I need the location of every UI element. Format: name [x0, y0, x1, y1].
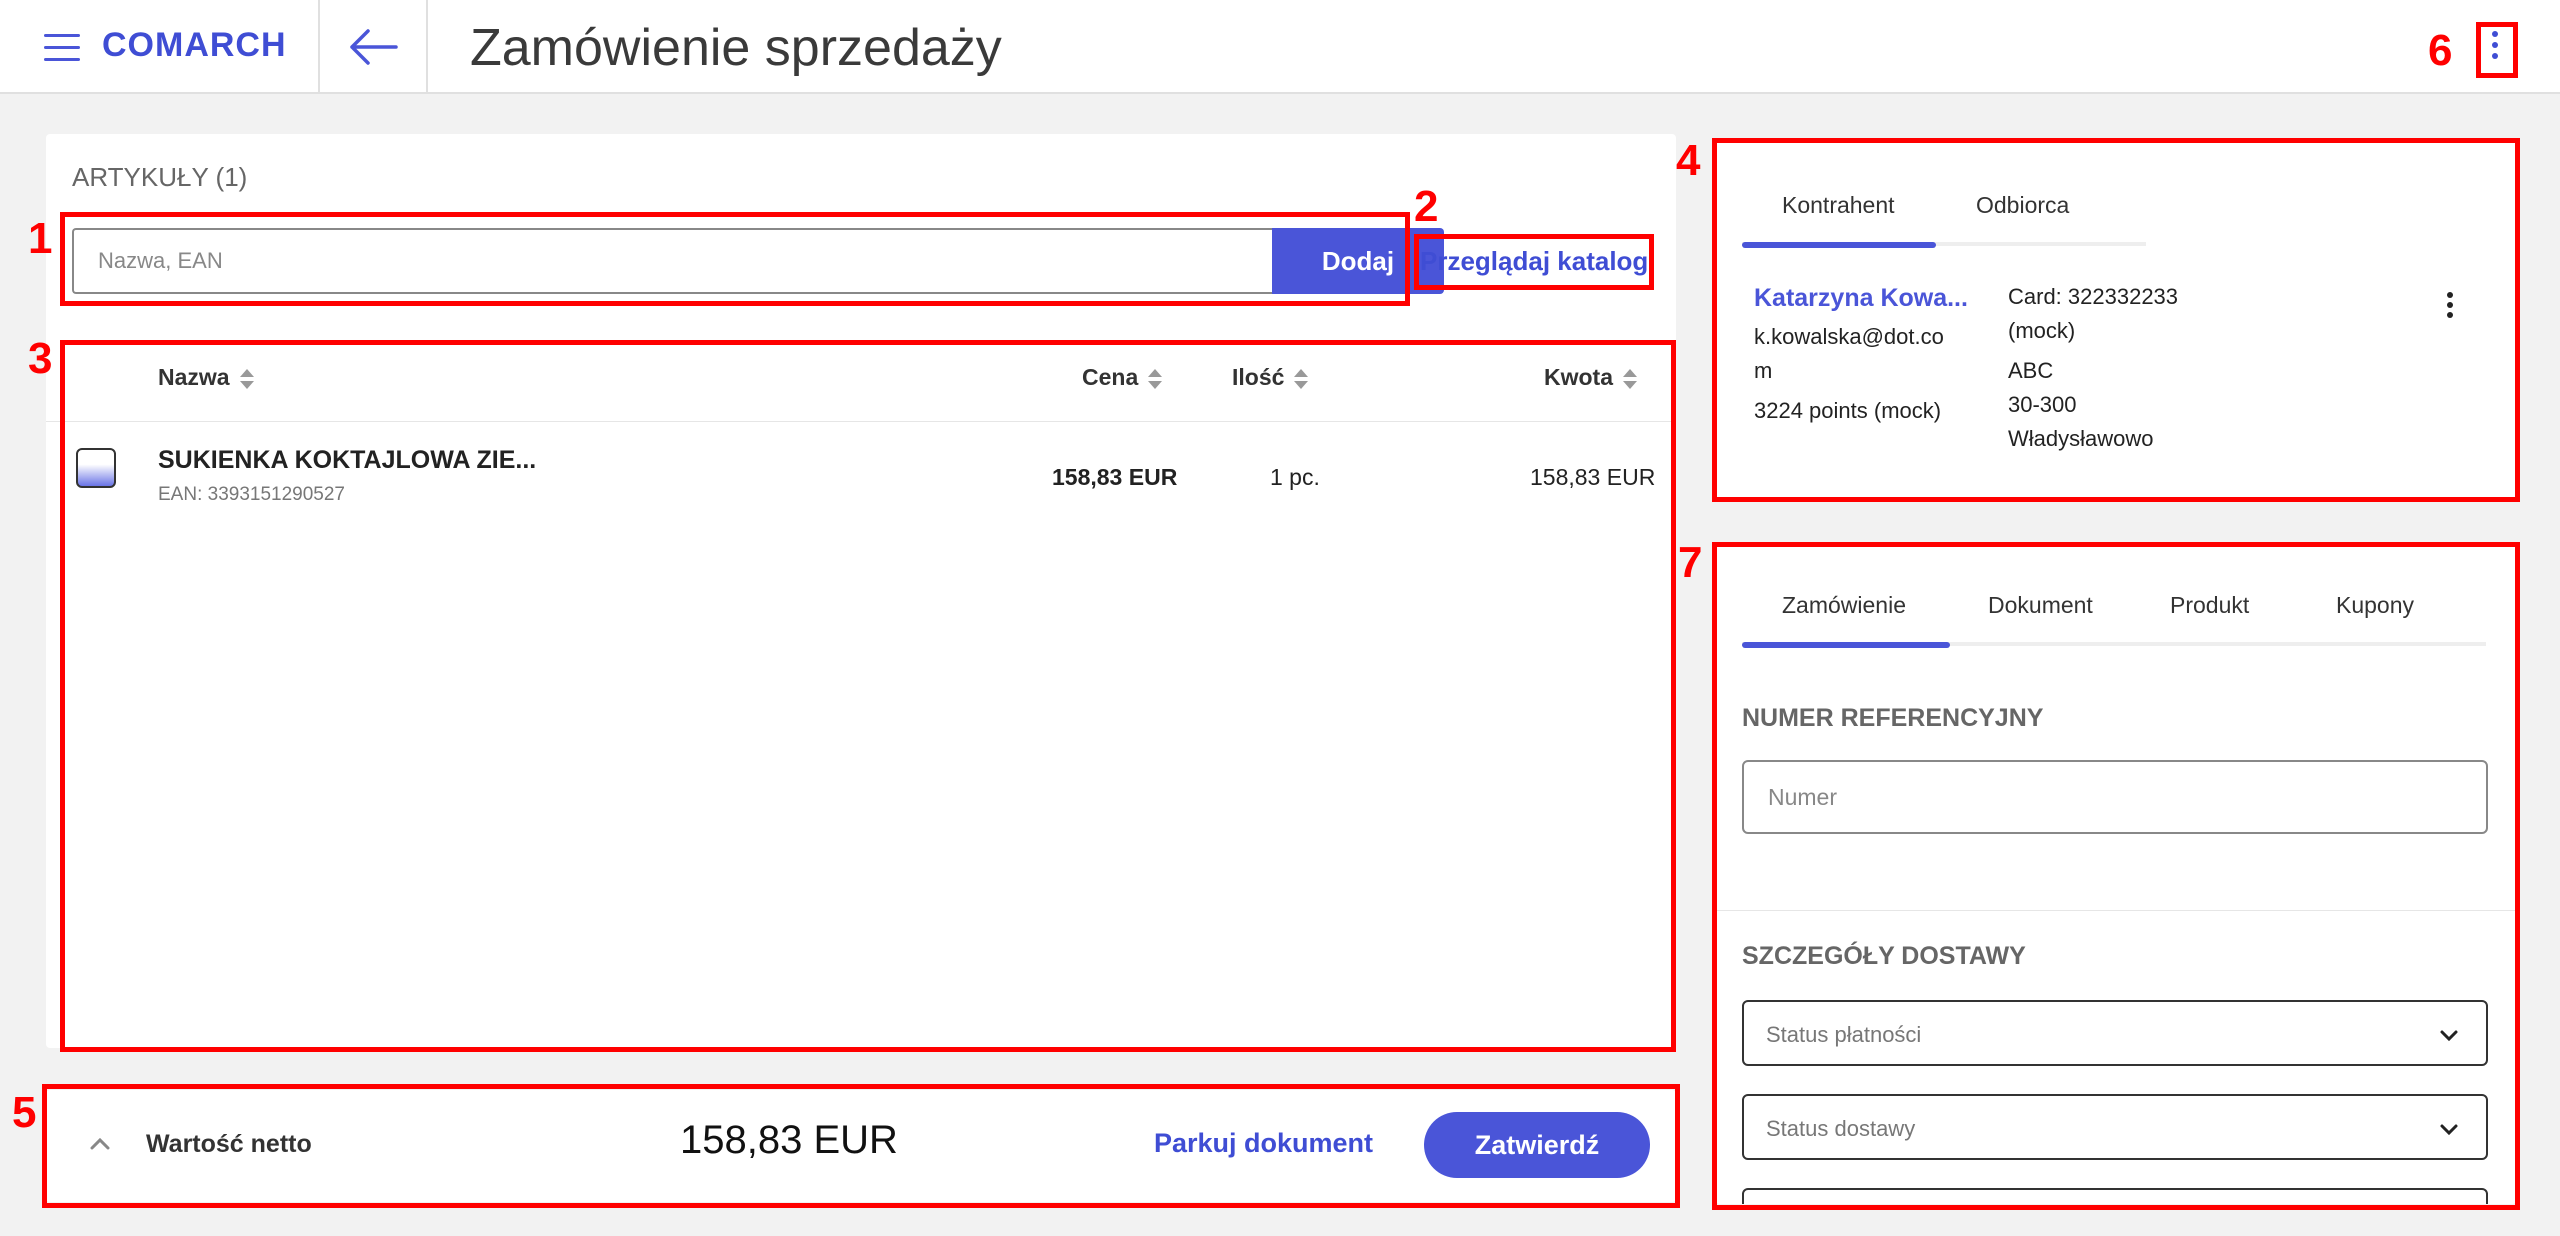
annotation-box-6 — [2476, 22, 2518, 78]
annotation-number-7: 7 — [1678, 538, 1703, 587]
annotation-number-4: 4 — [1676, 136, 1701, 185]
annotation-number-3: 3 — [28, 334, 53, 383]
annotation-number-1: 1 — [28, 214, 53, 263]
page-title: Zamówienie sprzedaży — [470, 19, 1002, 77]
annotation-number-2: 2 — [1414, 182, 1439, 231]
header-divider — [318, 0, 320, 94]
back-arrow-icon[interactable] — [348, 27, 400, 67]
annotation-number-5: 5 — [12, 1088, 37, 1137]
annotation-box-3 — [60, 340, 1676, 1052]
comarch-logo: COMARCH — [102, 26, 287, 64]
annotation-box-2 — [1414, 234, 1654, 290]
app-header: COMARCH Zamówienie sprzedaży — [0, 0, 2560, 94]
hamburger-menu-icon[interactable] — [44, 34, 80, 64]
annotation-box-5 — [42, 1084, 1680, 1208]
header-divider — [426, 0, 428, 94]
annotation-box-7 — [1712, 542, 2520, 1210]
annotation-number-6: 6 — [2428, 26, 2453, 75]
articles-title: ARTYKUŁY (1) — [72, 162, 248, 192]
annotation-box-1 — [60, 212, 1410, 306]
annotation-box-4 — [1712, 138, 2520, 502]
